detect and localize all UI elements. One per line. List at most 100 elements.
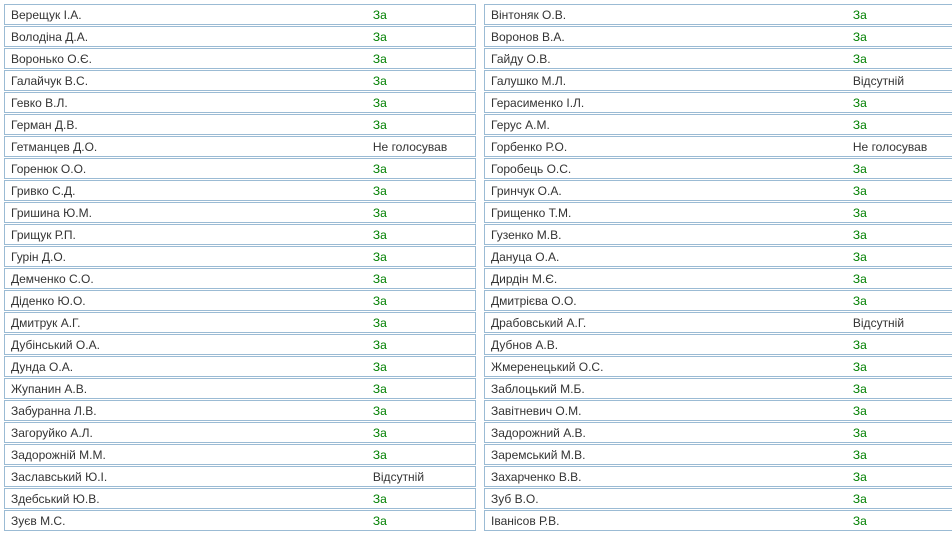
vote-value: За (367, 424, 475, 442)
vote-value: За (847, 424, 952, 442)
table-row: Дубнов А.В.За (484, 334, 952, 355)
vote-value: За (367, 182, 475, 200)
deputy-name: Заблоцький М.Б. (485, 380, 847, 398)
table-row: Герман Д.В.За (4, 114, 476, 135)
deputy-name: Здебський Ю.В. (5, 490, 367, 508)
deputy-name: Верещук І.А. (5, 6, 367, 24)
vote-value: За (367, 226, 475, 244)
right-column: Вінтоняк О.В.ЗаВоронов В.А.ЗаГайду О.В.З… (484, 4, 952, 532)
table-row: Вінтоняк О.В.За (484, 4, 952, 25)
table-row: Здебський Ю.В.За (4, 488, 476, 509)
vote-value: За (847, 50, 952, 68)
deputy-name: Жупанин А.В. (5, 380, 367, 398)
vote-value: За (847, 270, 952, 288)
table-row: Гришина Ю.М.За (4, 202, 476, 223)
table-row: Дануца О.А.За (484, 246, 952, 267)
vote-value: За (847, 358, 952, 376)
vote-value: За (367, 336, 475, 354)
table-row: Дубінський О.А.За (4, 334, 476, 355)
deputy-name: Дунда О.А. (5, 358, 367, 376)
vote-value: За (847, 6, 952, 24)
table-row: Гевко В.Л.За (4, 92, 476, 113)
deputy-name: Захарченко В.В. (485, 468, 847, 486)
vote-value: За (367, 490, 475, 508)
table-row: Драбовський А.Г.Відсутній (484, 312, 952, 333)
table-row: Верещук І.А.За (4, 4, 476, 25)
deputy-name: Герус А.М. (485, 116, 847, 134)
table-row: Зуб В.О.За (484, 488, 952, 509)
deputy-name: Гайду О.В. (485, 50, 847, 68)
deputy-name: Гурін Д.О. (5, 248, 367, 266)
vote-value: За (847, 248, 952, 266)
table-row: Горбенко Р.О.Не голосував (484, 136, 952, 157)
table-row: Задорожний А.В.За (484, 422, 952, 443)
vote-value: За (367, 160, 475, 178)
table-row: Забуранна Л.В.За (4, 400, 476, 421)
table-row: Завітневич О.М.За (484, 400, 952, 421)
deputy-name: Грищук Р.П. (5, 226, 367, 244)
vote-value: Не голосував (847, 138, 952, 156)
table-row: Воронько О.Є.За (4, 48, 476, 69)
table-row: Діденко Ю.О.За (4, 290, 476, 311)
table-row: Горенюк О.О.За (4, 158, 476, 179)
table-row: Галайчук В.С.За (4, 70, 476, 91)
deputy-name: Воронько О.Є. (5, 50, 367, 68)
vote-value: За (367, 402, 475, 420)
vote-value: За (367, 314, 475, 332)
deputy-name: Жмеренецький О.С. (485, 358, 847, 376)
table-row: Зуєв М.С.За (4, 510, 476, 531)
vote-value: За (847, 380, 952, 398)
table-row: Гурін Д.О.За (4, 246, 476, 267)
deputy-name: Гевко В.Л. (5, 94, 367, 112)
deputy-name: Дирдін М.Є. (485, 270, 847, 288)
table-row: Гайду О.В.За (484, 48, 952, 69)
table-row: Дирдін М.Є.За (484, 268, 952, 289)
vote-value: За (847, 160, 952, 178)
vote-value: За (367, 380, 475, 398)
vote-value: За (847, 94, 952, 112)
voting-table: Верещук І.А.ЗаВолодіна Д.А.ЗаВоронько О.… (4, 4, 952, 532)
deputy-name: Воронов В.А. (485, 28, 847, 46)
table-row: Грищук Р.П.За (4, 224, 476, 245)
deputy-name: Драбовський А.Г. (485, 314, 847, 332)
deputy-name: Галайчук В.С. (5, 72, 367, 90)
deputy-name: Горобець О.С. (485, 160, 847, 178)
deputy-name: Дануца О.А. (485, 248, 847, 266)
vote-value: За (367, 28, 475, 46)
deputy-name: Гришина Ю.М. (5, 204, 367, 222)
vote-value: За (847, 116, 952, 134)
deputy-name: Горенюк О.О. (5, 160, 367, 178)
table-row: Дмитрук А.Г.За (4, 312, 476, 333)
vote-value: За (367, 50, 475, 68)
deputy-name: Гетманцев Д.О. (5, 138, 367, 156)
deputy-name: Володіна Д.А. (5, 28, 367, 46)
deputy-name: Дмитрієва О.О. (485, 292, 847, 310)
vote-value: За (847, 292, 952, 310)
deputy-name: Грищенко Т.М. (485, 204, 847, 222)
vote-value: Відсутній (367, 468, 475, 486)
vote-value: За (847, 490, 952, 508)
table-row: Загоруйко А.Л.За (4, 422, 476, 443)
table-row: Гузенко М.В.За (484, 224, 952, 245)
deputy-name: Заславський Ю.І. (5, 468, 367, 486)
table-row: Іванісов Р.В.За (484, 510, 952, 531)
deputy-name: Гринчук О.А. (485, 182, 847, 200)
vote-value: За (847, 204, 952, 222)
table-row: Володіна Д.А.За (4, 26, 476, 47)
deputy-name: Герман Д.В. (5, 116, 367, 134)
table-row: Герасименко І.Л.За (484, 92, 952, 113)
deputy-name: Дубінський О.А. (5, 336, 367, 354)
table-row: Гетманцев Д.О.Не голосував (4, 136, 476, 157)
table-row: Жмеренецький О.С.За (484, 356, 952, 377)
deputy-name: Гузенко М.В. (485, 226, 847, 244)
deputy-name: Зуб В.О. (485, 490, 847, 508)
table-row: Герус А.М.За (484, 114, 952, 135)
table-row: Дмитрієва О.О.За (484, 290, 952, 311)
deputy-name: Герасименко І.Л. (485, 94, 847, 112)
vote-value: Відсутній (847, 72, 952, 90)
vote-value: За (367, 248, 475, 266)
table-row: Жупанин А.В.За (4, 378, 476, 399)
table-row: Дунда О.А.За (4, 356, 476, 377)
vote-value: За (847, 468, 952, 486)
vote-value: За (367, 446, 475, 464)
